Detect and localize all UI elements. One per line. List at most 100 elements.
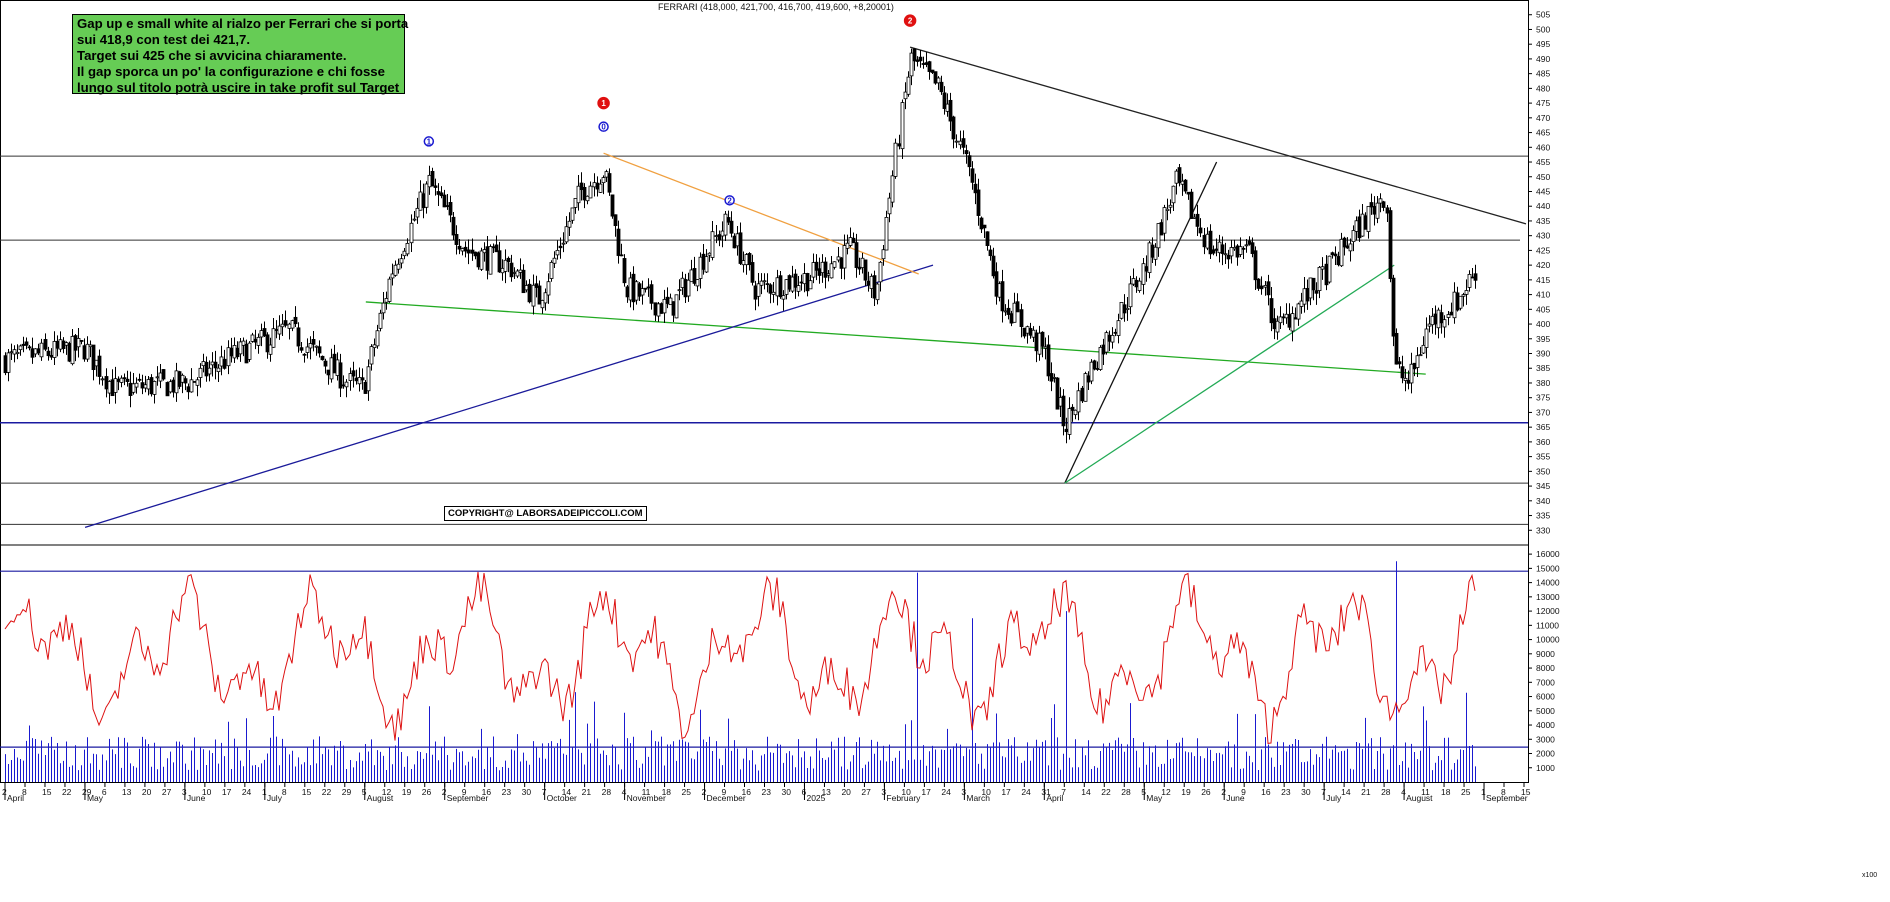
candle-body (1116, 320, 1121, 336)
candle-body (479, 250, 484, 270)
candle-body (195, 379, 200, 386)
candle-body (497, 250, 502, 273)
candle-body (1076, 390, 1081, 413)
candle-body (906, 76, 911, 95)
candle-body (1427, 323, 1432, 327)
month-label: June (187, 793, 206, 803)
month-label: December (707, 793, 746, 803)
candle-body (1012, 302, 1017, 323)
candle-body (1259, 285, 1264, 290)
candle-body (1037, 332, 1042, 355)
candle-body (36, 348, 41, 354)
candle-body (226, 347, 231, 367)
candle-body (396, 263, 401, 270)
candle-body (1223, 253, 1228, 256)
month-label: August (367, 793, 394, 803)
candle-body (756, 283, 761, 297)
candle-body (302, 353, 307, 356)
candle-body (555, 249, 560, 256)
volume-tick-label: 13000 (1536, 592, 1560, 602)
candle-body (9, 351, 14, 354)
candle-body (299, 347, 304, 351)
candle-body (259, 330, 264, 338)
day-tick-label: 17 (921, 787, 931, 797)
candle-body (344, 381, 349, 388)
candle-body (317, 346, 322, 354)
volume-tick-label: 10000 (1536, 635, 1560, 645)
price-tick-label: 475 (1536, 98, 1550, 108)
candle-body (64, 342, 69, 346)
candle-body (692, 268, 697, 284)
candle-body (723, 213, 728, 236)
candle-body (161, 369, 166, 380)
candle-body (1159, 222, 1164, 236)
candle-body (839, 257, 844, 269)
candle-body (88, 344, 93, 348)
candle-body (1348, 243, 1353, 252)
day-tick-label: 28 (1121, 787, 1131, 797)
candle-body (1214, 248, 1219, 251)
candle-body (73, 335, 78, 351)
candle-body (659, 303, 664, 314)
candle-body (912, 48, 917, 62)
candle-body (253, 338, 258, 343)
candle-body (204, 361, 209, 377)
candle-body (100, 378, 105, 381)
candle-body (311, 339, 316, 345)
price-tick-label: 345 (1536, 481, 1550, 491)
day-tick-label: 24 (1021, 787, 1031, 797)
volume-tick-label: 1000 (1536, 763, 1555, 773)
wave-marker-label: 1 (601, 99, 606, 108)
candle-body (1320, 266, 1325, 270)
candle-body (24, 341, 29, 346)
candle-body (747, 253, 752, 266)
candle-body (119, 377, 124, 383)
month-label: April (7, 793, 24, 803)
candle-body (235, 347, 240, 358)
candle-body (1391, 277, 1396, 337)
candle-body (851, 237, 856, 244)
candle-body (338, 362, 343, 389)
candle-body (1452, 291, 1457, 319)
candle-body (933, 71, 938, 84)
candle-body (1095, 368, 1100, 370)
wave-marker: 2 (903, 14, 917, 27)
candle-body (631, 273, 636, 303)
candle-body (802, 273, 807, 285)
candle-body (390, 273, 395, 279)
candle-body (1235, 245, 1240, 258)
candle-body (1229, 247, 1234, 257)
candle-body (671, 301, 676, 316)
candle-body (393, 264, 398, 276)
candlesticks (3, 48, 1478, 444)
day-tick-label: 17 (1001, 787, 1011, 797)
candle-body (576, 185, 581, 204)
price-tick-label: 395 (1536, 334, 1550, 344)
candle-body (189, 379, 194, 393)
candle-body (192, 381, 197, 383)
candle-body (662, 298, 667, 314)
candle-body (695, 279, 700, 287)
candle-body (1311, 277, 1316, 291)
day-tick-label: 22 (322, 787, 332, 797)
candle-body (900, 102, 905, 150)
candle-body (1189, 191, 1194, 219)
candle-body (1174, 170, 1179, 184)
volume-tick-label: 16000 (1536, 549, 1560, 559)
candle-body (39, 342, 44, 358)
candle-body (1247, 240, 1252, 245)
day-tick-label: 23 (1281, 787, 1291, 797)
month-label: 2025 (806, 793, 825, 803)
candle-body (488, 246, 493, 275)
candle-body (1275, 320, 1280, 333)
month-label: July (267, 793, 283, 803)
price-tick-label: 470 (1536, 113, 1550, 123)
day-tick-label: 26 (422, 787, 432, 797)
candle-body (1192, 216, 1197, 219)
price-tick-label: 420 (1536, 260, 1550, 270)
candle-body (640, 288, 645, 296)
price-tick-label: 440 (1536, 201, 1550, 211)
candle-body (1195, 213, 1200, 227)
candle-body (979, 217, 984, 230)
candle-body (808, 280, 813, 290)
